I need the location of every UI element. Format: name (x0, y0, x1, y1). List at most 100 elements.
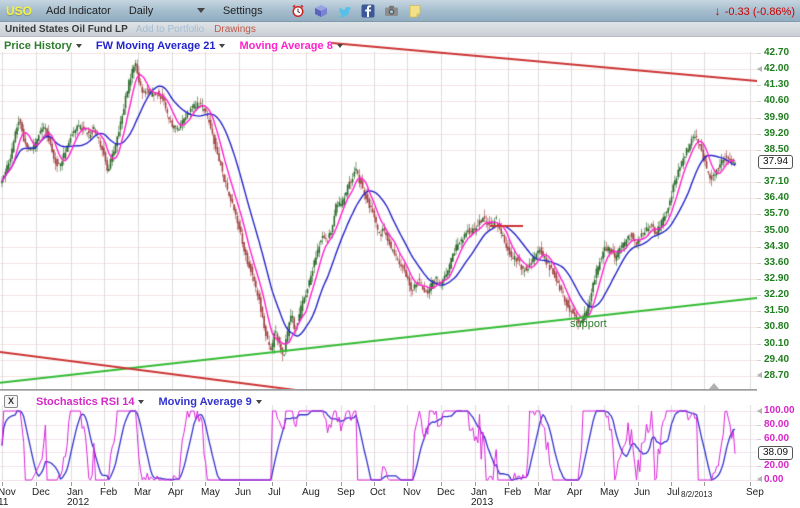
time-axis-tick (571, 482, 572, 486)
axis-tick (757, 118, 761, 119)
price-axis-label: 30.80 (764, 321, 789, 332)
legend-item-label: FW Moving Average 21 (96, 40, 216, 52)
time-axis-tick (441, 482, 442, 486)
year-label: 2013 (471, 497, 493, 508)
time-axis[interactable]: Nov11DecJan2012FebMarAprMayJunJulAugSepO… (0, 482, 800, 508)
indicator-axis-label: 20.00 (764, 460, 789, 471)
time-axis-tick (341, 482, 342, 486)
price-axis-label: 28.70 (764, 370, 789, 381)
axis-tick (757, 231, 761, 232)
time-axis-tick (407, 482, 408, 486)
axis-tick (757, 150, 761, 151)
month-label: Feb (504, 487, 521, 498)
legend-item-label: Moving Average 9 (158, 396, 251, 408)
axis-handle-icon[interactable] (757, 408, 762, 414)
month-label: Sep (337, 487, 355, 498)
month-label: Jun (634, 487, 650, 498)
time-axis-tick (475, 482, 476, 486)
time-axis-tick (508, 482, 509, 486)
chart-legend: Price History FW Moving Average 21 Moving … (4, 39, 343, 52)
legend-item-moving-average-9[interactable]: Moving Average 9 (158, 396, 261, 408)
panel-resize-handle[interactable] (709, 383, 719, 389)
month-label: Jun (235, 487, 251, 498)
legend-item-label: Moving Average 8 (239, 40, 332, 52)
support-annotation: support (570, 318, 607, 330)
indicator-axis-label: 80.00 (764, 419, 789, 430)
legend-item-price-history[interactable]: Price History (4, 40, 82, 52)
month-label: Jul (268, 487, 281, 498)
axis-tick (757, 466, 761, 467)
indicator-axis[interactable]: 100.0080.0060.0020.000.00 (757, 405, 800, 481)
indicator-header: X Stochastics RSI 14 Moving Average 9 (4, 395, 262, 408)
time-axis-tick (306, 482, 307, 486)
price-axis-label: 29.40 (764, 354, 789, 365)
time-axis-tick (750, 482, 751, 486)
axis-tick (757, 53, 761, 54)
interval-value: Daily (129, 5, 153, 17)
price-axis-label: 34.30 (764, 241, 789, 252)
price-axis[interactable]: 42.7042.0041.3040.6039.9039.2038.5037.10… (757, 37, 800, 390)
price-axis-label: 35.00 (764, 225, 789, 236)
axis-tick (757, 344, 761, 345)
toolbar-icons (291, 4, 422, 18)
top-toolbar: USO Add Indicator Daily Settings (0, 0, 800, 22)
close-indicator-button[interactable]: X (4, 395, 18, 408)
legend-item-moving-average-8[interactable]: Moving Average 8 (239, 40, 342, 52)
price-axis-label: 37.10 (764, 176, 789, 187)
price-axis-label: 33.60 (764, 257, 789, 268)
add-indicator-button[interactable]: Add Indicator (46, 5, 111, 17)
legend-item-stochastics-rsi-14[interactable]: Stochastics RSI 14 (36, 396, 144, 408)
price-axis-label: 40.60 (764, 95, 789, 106)
axis-tick (757, 263, 761, 264)
price-axis-label: 36.40 (764, 192, 789, 203)
twitter-icon[interactable] (337, 4, 352, 18)
price-axis-label: 41.30 (764, 79, 789, 90)
axis-tick (757, 134, 761, 135)
current-price-box: 37.94 (758, 155, 793, 169)
price-axis-label: 30.10 (764, 338, 789, 349)
time-axis-tick (138, 482, 139, 486)
month-label: May (201, 487, 220, 498)
time-axis-tick (374, 482, 375, 486)
month-label: Apr (567, 487, 583, 498)
time-axis-tick (671, 482, 672, 486)
camera-icon[interactable] (384, 4, 399, 17)
cube-icon[interactable] (314, 4, 328, 18)
drawings-link[interactable]: Drawings (214, 24, 256, 35)
year-label: 11 (0, 497, 8, 508)
title-row: United States Oil Fund LP Add to Portfol… (0, 22, 800, 37)
axis-handle-icon[interactable] (757, 66, 762, 72)
axis-tick (757, 327, 761, 328)
panel-divider[interactable] (0, 389, 757, 391)
time-axis-tick (104, 482, 105, 486)
indicator-axis-label: 100.00 (764, 405, 795, 416)
settings-button[interactable]: Settings (223, 5, 263, 17)
current-indicator-box: 38.09 (758, 446, 793, 460)
alarm-clock-icon[interactable] (291, 4, 305, 18)
time-axis-tick (36, 482, 37, 486)
month-label: Aug (302, 487, 320, 498)
legend-item-fw-moving-average-21[interactable]: FW Moving Average 21 (96, 40, 226, 52)
interval-dropdown[interactable]: Daily (129, 5, 205, 17)
down-arrow-icon: ↓ (715, 4, 721, 18)
axis-tick (757, 182, 761, 183)
sticky-note-icon[interactable] (408, 4, 422, 18)
chevron-down-icon (138, 400, 144, 404)
indicator-axis-label: 60.00 (764, 433, 789, 444)
axis-tick (757, 85, 761, 86)
time-axis-tick (538, 482, 539, 486)
price-axis-label: 32.20 (764, 289, 789, 300)
facebook-icon[interactable] (361, 4, 375, 18)
time-axis-tick (638, 482, 639, 486)
add-to-portfolio-link[interactable]: Add to Portfolio (136, 24, 204, 35)
month-label: Mar (534, 487, 551, 498)
chevron-down-icon (219, 44, 225, 48)
price-axis-label: 31.50 (764, 305, 789, 316)
price-axis-label: 39.20 (764, 128, 789, 139)
axis-tick (757, 439, 761, 440)
price-chart-canvas[interactable] (0, 37, 757, 390)
time-axis-tick (239, 482, 240, 486)
month-label: Oct (370, 487, 386, 498)
axis-handle-icon[interactable] (757, 372, 762, 378)
indicator-chart-canvas[interactable] (0, 405, 757, 481)
